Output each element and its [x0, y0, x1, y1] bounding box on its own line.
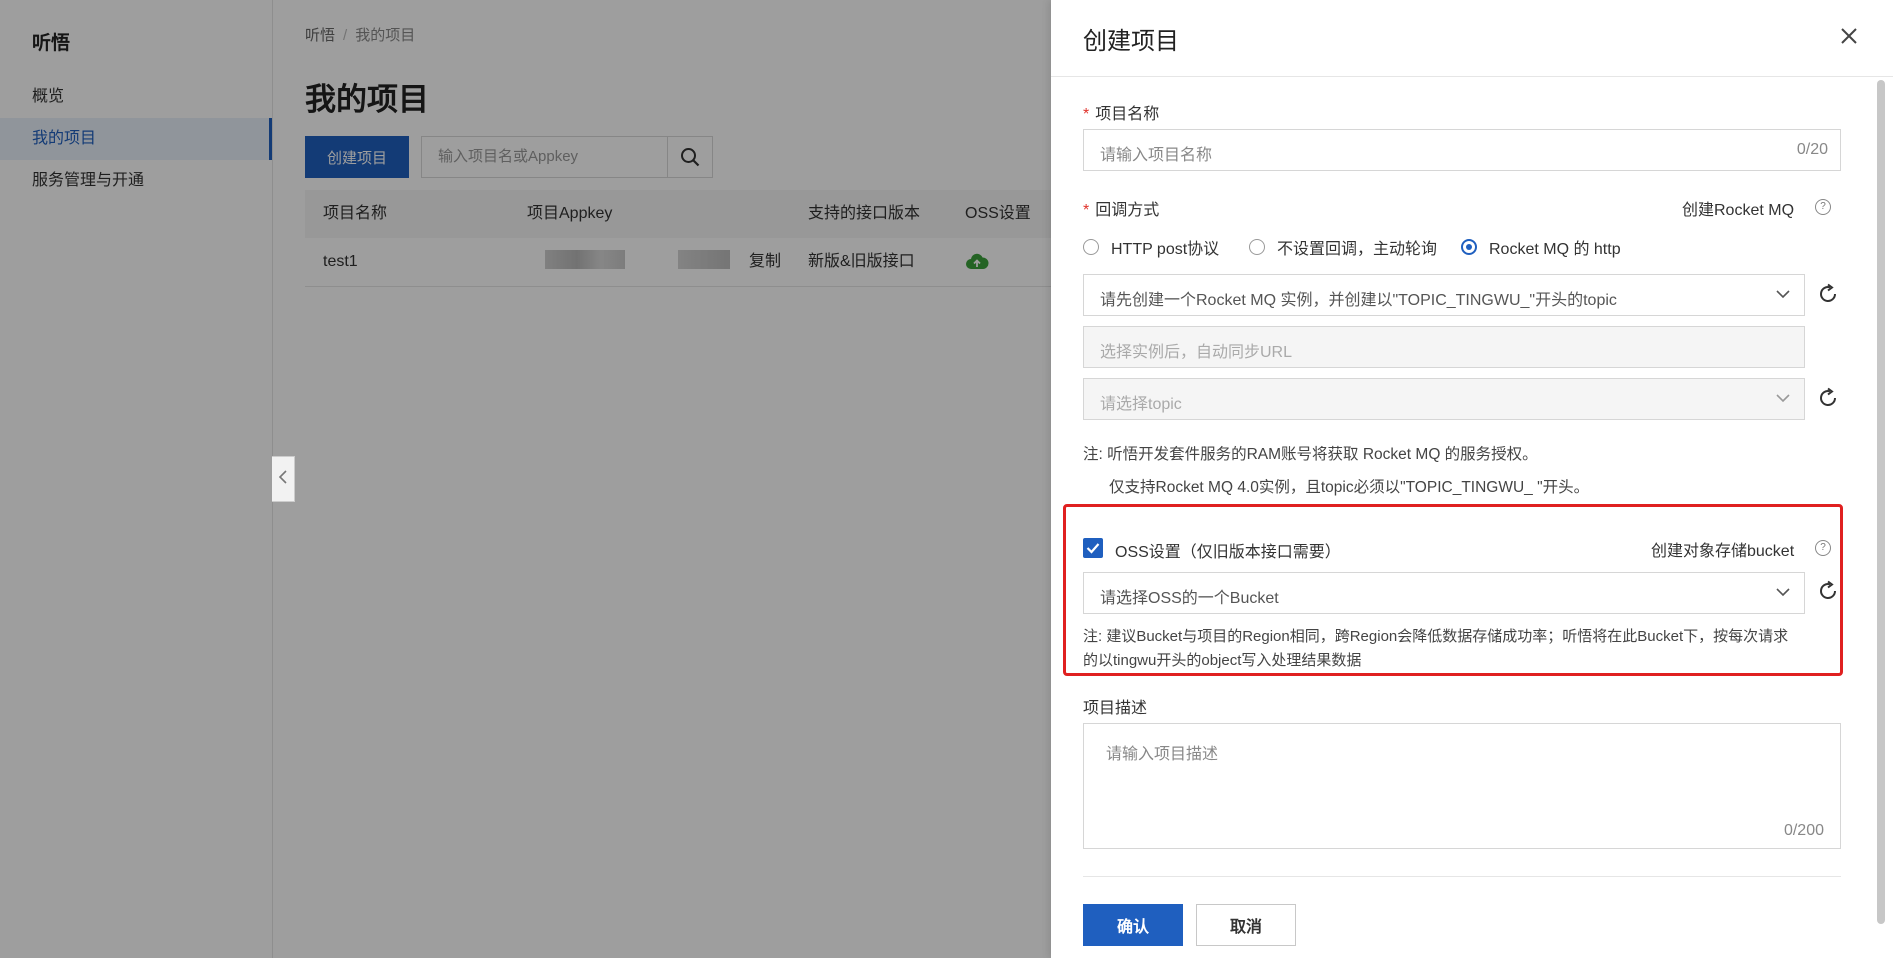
- help-icon[interactable]: ?: [1815, 540, 1831, 556]
- oss-checkbox-label[interactable]: OSS设置（仅旧版本接口需要）: [1115, 538, 1341, 562]
- create-bucket-link[interactable]: 创建对象存储bucket: [1651, 537, 1794, 561]
- chevron-down-icon: [1776, 287, 1790, 301]
- refresh-icon[interactable]: [1817, 387, 1841, 411]
- chevron-left-icon: [278, 469, 288, 490]
- description-placeholder: 请输入项目描述: [1106, 746, 1219, 763]
- callback-label-text: 回调方式: [1095, 202, 1160, 219]
- radio-circle[interactable]: [1083, 239, 1099, 255]
- sidebar-collapse-toggle[interactable]: [272, 456, 295, 502]
- callback-label: * 回调方式: [1083, 196, 1159, 220]
- project-name-counter: 0/20: [1796, 141, 1828, 158]
- create-rocketmq-link[interactable]: 创建Rocket MQ: [1682, 196, 1794, 220]
- radio-circle[interactable]: [1249, 239, 1265, 255]
- radio-label: Rocket MQ 的 http: [1489, 241, 1621, 258]
- scrollbar-thumb[interactable]: [1877, 80, 1885, 924]
- oss-note-2: 的以tingwu开头的object写入处理结果数据: [1083, 652, 1362, 669]
- project-name-placeholder: 请输入项目名称: [1100, 147, 1213, 164]
- footer-divider: [1083, 876, 1841, 877]
- description-label: 项目描述: [1083, 700, 1148, 717]
- refresh-icon[interactable]: [1817, 580, 1841, 604]
- required-mark: *: [1083, 106, 1090, 123]
- radio-circle-selected[interactable]: [1461, 239, 1477, 255]
- modal-overlay[interactable]: [0, 0, 1051, 958]
- radio-label: HTTP post协议: [1111, 241, 1220, 258]
- topic-placeholder: 请选择topic: [1100, 396, 1182, 413]
- required-mark: *: [1083, 202, 1090, 219]
- instance-placeholder: 请先创建一个Rocket MQ 实例，并创建以"TOPIC_TINGWU_"开头…: [1100, 292, 1617, 309]
- confirm-button[interactable]: 确认: [1083, 904, 1183, 946]
- drawer-title: 创建项目: [1083, 28, 1179, 55]
- drawer-scrollbar[interactable]: [1873, 78, 1889, 926]
- project-name-field[interactable]: 请输入项目名称 0/20: [1083, 129, 1841, 171]
- refresh-icon[interactable]: [1817, 283, 1841, 307]
- project-name-label-text: 项目名称: [1095, 106, 1160, 123]
- topic-select[interactable]: 请选择topic: [1083, 378, 1805, 420]
- radio-label: 不设置回调，主动轮询: [1277, 241, 1438, 258]
- cancel-button[interactable]: 取消: [1196, 904, 1296, 946]
- radio-rocketmq[interactable]: Rocket MQ 的 http: [1461, 235, 1621, 259]
- create-project-drawer: 创建项目 * 项目名称 请输入项目名称 0/20 * 回调方式 创建Rocket M…: [1051, 0, 1893, 958]
- rocketmq-note-2: 仅支持Rocket MQ 4.0实例，且topic必须以"TOPIC_TINGW…: [1109, 479, 1590, 496]
- radio-http-post[interactable]: HTTP post协议: [1083, 235, 1219, 259]
- chevron-down-icon: [1776, 585, 1790, 599]
- url-field: 选择实例后，自动同步URL: [1083, 326, 1805, 368]
- description-counter: 0/200: [1783, 822, 1824, 839]
- checkbox-checked-icon[interactable]: [1083, 538, 1103, 558]
- close-icon[interactable]: [1837, 24, 1861, 48]
- chevron-down-icon: [1776, 391, 1790, 405]
- oss-note-1: 注: 建议Bucket与项目的Region相同，跨Region会降低数据存储成功…: [1083, 628, 1789, 645]
- url-placeholder: 选择实例后，自动同步URL: [1100, 344, 1293, 361]
- oss-bucket-select[interactable]: 请选择OSS的一个Bucket: [1083, 572, 1805, 614]
- help-icon[interactable]: ?: [1815, 199, 1831, 215]
- rocketmq-note-1: 注: 听悟开发套件服务的RAM账号将获取 Rocket MQ 的服务授权。: [1083, 446, 1538, 463]
- drawer-divider: [1051, 76, 1893, 77]
- project-name-label: * 项目名称: [1083, 100, 1159, 124]
- bucket-placeholder: 请选择OSS的一个Bucket: [1100, 590, 1279, 607]
- radio-no-callback[interactable]: 不设置回调，主动轮询: [1249, 235, 1437, 259]
- description-textarea[interactable]: 请输入项目描述 0/200: [1083, 723, 1841, 849]
- rocketmq-instance-select[interactable]: 请先创建一个Rocket MQ 实例，并创建以"TOPIC_TINGWU_"开头…: [1083, 274, 1805, 316]
